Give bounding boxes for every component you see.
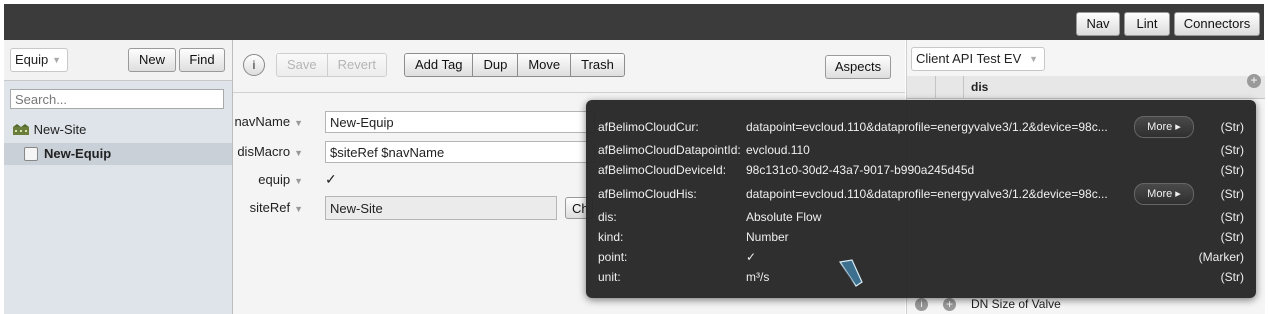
field-label-navname: navName ▼	[234, 114, 303, 129]
tree-item-equip-label: New-Equip	[44, 146, 112, 161]
chevron-down-icon: ▼	[294, 148, 303, 158]
popup-tag-value: Number	[746, 230, 789, 244]
tag-actions-group: Add Tag Dup Move Trash	[404, 53, 625, 77]
tree-item-equip[interactable]: New-Equip	[4, 143, 232, 165]
save-revert-group: Save Revert	[276, 53, 387, 77]
popup-row: afBelimoCloudHis: datapoint=evcloud.110&…	[586, 183, 1256, 205]
popup-row: point: ✓ (Marker)	[586, 247, 1256, 267]
left-pane: Equip ▼ New Find Search... New-Site New-…	[4, 40, 233, 314]
dismacro-field[interactable]: $siteRef $navName	[325, 141, 595, 163]
navname-field[interactable]: New-Equip	[325, 111, 595, 133]
chevron-down-icon: ▼	[294, 204, 303, 214]
left-toolbar: Equip ▼ New Find	[4, 40, 232, 81]
popup-tag-value: ✓	[746, 250, 757, 264]
field-label-siteref: siteRef ▼	[249, 200, 303, 215]
popup-tag-name: dis:	[598, 210, 617, 224]
chevron-down-icon: ▼	[294, 176, 303, 186]
editor-toolbar: i Save Revert Add Tag Dup Move Trash Asp…	[233, 40, 905, 93]
column-header-dis[interactable]: dis	[971, 80, 988, 94]
popup-tag-value: Absolute Flow	[746, 210, 822, 224]
popup-row: afBelimoCloudDeviceId: 98c131c0-30d2-43a…	[586, 160, 1256, 180]
dup-button[interactable]: Dup	[473, 54, 519, 76]
popup-tag-kind: (Str)	[1220, 230, 1244, 244]
type-select-value: Equip	[15, 52, 49, 67]
popup-tag-kind: (Marker)	[1198, 250, 1244, 264]
search-input[interactable]: Search...	[10, 89, 224, 109]
top-bar: Nav Lint Connectors	[4, 4, 1264, 40]
popup-tag-kind: (Str)	[1220, 210, 1244, 224]
aspects-button[interactable]: Aspects	[825, 55, 891, 79]
move-button[interactable]: Move	[518, 54, 572, 76]
table-cell-dis: DN Size of Valve	[971, 297, 1061, 311]
project-select-value: Client API Test EV	[916, 51, 1022, 66]
chevron-down-icon: ▼	[1029, 54, 1038, 64]
chevron-down-icon: ▼	[294, 118, 303, 128]
lint-button[interactable]: Lint	[1124, 12, 1170, 36]
popup-tag-kind: (Str)	[1220, 143, 1244, 157]
add-column-icon[interactable]: +	[1247, 74, 1261, 88]
equip-marker-check: ✓	[325, 171, 337, 187]
popup-tag-value: m³/s	[746, 270, 770, 284]
popup-tag-name: unit:	[598, 270, 621, 284]
popup-tag-value: 98c131c0-30d2-43a7-9017-b990a245d45d	[746, 163, 975, 177]
popup-tag-value: datapoint=evcloud.110&dataprofile=energy…	[746, 187, 1108, 201]
project-select[interactable]: Client API Test EV ▼	[911, 47, 1045, 71]
popup-tag-kind: (Str)	[1220, 163, 1244, 177]
popup-tag-kind: (Str)	[1220, 187, 1244, 201]
tree-item-site-label: New-Site	[33, 122, 87, 137]
point-details-popup: afBelimoCloudCur: datapoint=evcloud.110&…	[586, 100, 1256, 298]
points-table-header: dis +	[907, 74, 1265, 99]
popup-tag-kind: (Str)	[1220, 120, 1244, 134]
table-row[interactable]: i + DN Size of Valve	[907, 296, 1265, 314]
more-button[interactable]: More ▸	[1134, 183, 1194, 205]
add-tag-button[interactable]: Add Tag	[405, 54, 474, 76]
popup-tag-value: datapoint=evcloud.110&dataprofile=energy…	[746, 120, 1108, 134]
chevron-down-icon: ▼	[52, 55, 61, 65]
info-icon[interactable]: i	[915, 298, 928, 311]
popup-tag-name: kind:	[598, 230, 624, 244]
popup-tag-kind: (Str)	[1220, 270, 1244, 284]
info-button[interactable]: i	[243, 54, 265, 76]
popup-tag-name: afBelimoCloudHis:	[598, 187, 697, 201]
popup-row: dis: Absolute Flow (Str)	[586, 207, 1256, 227]
popup-tag-name: point:	[598, 250, 628, 264]
popup-row: afBelimoCloudCur: datapoint=evcloud.110&…	[586, 116, 1256, 138]
field-label-equip: equip ▼	[258, 172, 303, 187]
revert-button[interactable]: Revert	[327, 54, 386, 76]
equip-icon	[24, 147, 38, 161]
more-button[interactable]: More ▸	[1134, 116, 1194, 138]
connectors-button[interactable]: Connectors	[1174, 12, 1260, 36]
nav-button[interactable]: Nav	[1076, 12, 1120, 36]
new-button[interactable]: New	[128, 48, 176, 72]
popup-tag-name: afBelimoCloudDeviceId:	[598, 163, 727, 177]
table-col-info	[907, 76, 936, 98]
add-icon[interactable]: +	[943, 298, 956, 311]
siteref-field: New-Site	[325, 196, 557, 220]
popup-tag-value: evcloud.110	[746, 143, 810, 157]
popup-tag-name: afBelimoCloudCur:	[598, 120, 699, 134]
popup-row: kind: Number (Str)	[586, 227, 1256, 247]
trash-button[interactable]: Trash	[571, 54, 624, 76]
cursor-icon	[838, 259, 863, 287]
popup-row: unit: m³/s (Str)	[586, 267, 1256, 287]
site-icon	[13, 124, 29, 135]
find-button[interactable]: Find	[179, 48, 225, 72]
info-icon: i	[252, 58, 256, 72]
type-select[interactable]: Equip ▼	[10, 48, 68, 72]
tree-item-site[interactable]: New-Site	[12, 122, 86, 137]
table-col-add	[935, 76, 964, 98]
save-button[interactable]: Save	[277, 54, 328, 76]
popup-tag-name: afBelimoCloudDatapointId:	[598, 143, 741, 157]
field-label-dismacro: disMacro ▼	[237, 144, 303, 159]
popup-row: afBelimoCloudDatapointId: evcloud.110 (S…	[586, 140, 1256, 160]
